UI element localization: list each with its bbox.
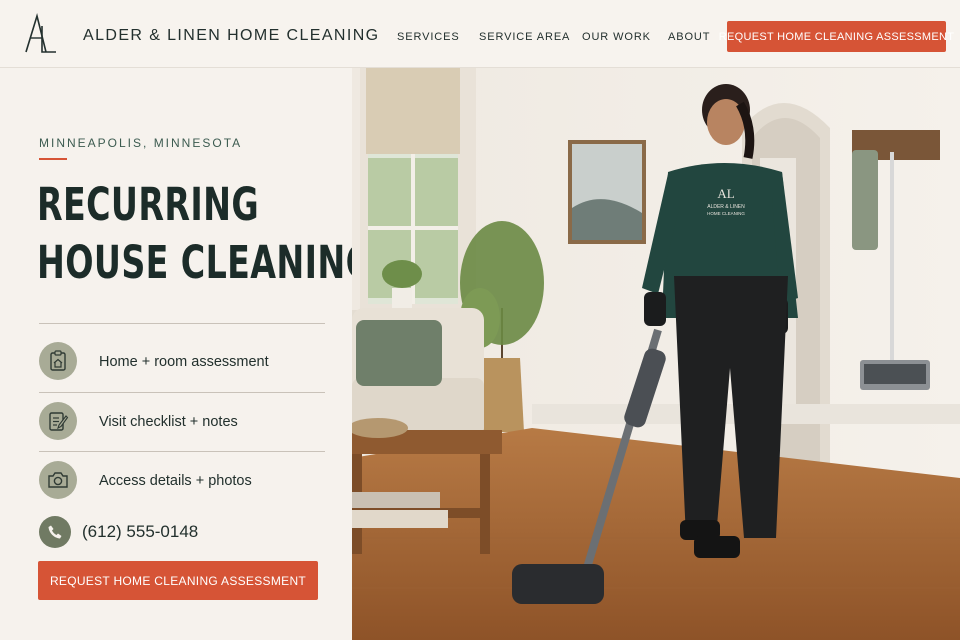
header-request-assessment-button[interactable]: REQUEST HOME CLEANING ASSESSMENT [719,21,954,52]
logo[interactable] [22,12,58,56]
shirt-text-1: ALDER & LINEN [707,204,745,210]
clipboard-house-icon [39,342,77,380]
request-assessment-button[interactable]: REQUEST HOME CLEANING ASSESSMENT [38,561,318,600]
shirt-text-2: HOME CLEANING [707,211,745,216]
site-header: ALDER & LINEN HOME CLEANING SERVICES SER… [0,0,960,68]
shirt-logo: AL [717,186,734,201]
nav-services[interactable]: SERVICES [397,31,460,43]
nav-about[interactable]: ABOUT [668,31,710,43]
phone-icon [39,516,71,548]
nav-our-work[interactable]: OUR WORK [582,31,651,43]
divider [39,451,325,452]
phone-number-link[interactable]: (612) 555-0148 [82,522,198,542]
hero-photo: AL ALDER & LINEN HOME CLEANING [352,68,960,640]
checklist-pencil-icon [39,402,77,440]
location-kicker: MINNEAPOLIS, MINNESOTA [39,136,243,150]
divider [39,392,325,393]
hero-text-panel: MINNEAPOLIS, MINNESOTA RECURRING HOUSE C… [0,68,373,640]
headline-line-2: HOUSE CLEANING [37,236,374,289]
feature-label: Visit checklist + notes [99,414,238,430]
feature-label: Home + room assessment [99,354,269,370]
cleaner-vacuuming-living-room-image: AL ALDER & LINEN HOME CLEANING [352,68,960,640]
brand-name[interactable]: ALDER & LINEN HOME CLEANING [83,27,380,45]
feature-label: Access details + photos [99,473,252,489]
kicker-accent-rule [39,158,67,160]
nav-service-area[interactable]: SERVICE AREA [479,31,570,43]
headline-line-1: RECURRING [37,178,260,231]
page-title: RECURRING HOUSE CLEANING [37,176,373,292]
camera-icon [39,461,77,499]
divider [39,323,325,324]
